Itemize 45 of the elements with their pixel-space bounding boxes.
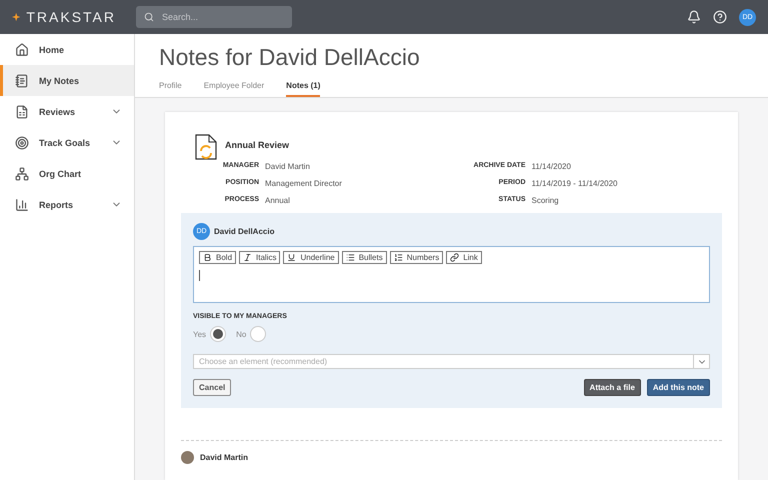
field-value: Scoring [532, 196, 560, 205]
format-button[interactable]: Bold [199, 251, 236, 264]
field-value: 11/14/2020 [532, 162, 572, 171]
field-value: Annual [265, 196, 291, 205]
notebook-icon [15, 74, 29, 88]
radio-button[interactable] [250, 326, 266, 342]
logo-text: TRAKSTAR [26, 9, 116, 25]
author-avatar [181, 451, 194, 464]
home-icon [15, 42, 29, 56]
bell-icon[interactable] [687, 10, 701, 24]
link-icon [450, 253, 460, 262]
field-value: 11/14/2019 - 11/14/2020 [532, 179, 618, 188]
note-editor[interactable]: Bold Italics Underline Bullets Numbers Link [193, 246, 710, 303]
bullets-icon [346, 253, 355, 262]
spreadsheet-icon [15, 104, 29, 118]
note-author: David Martin [200, 453, 248, 462]
underline-icon [287, 253, 296, 262]
field-value: David Martin [265, 162, 311, 171]
search-icon [144, 12, 154, 22]
tab[interactable]: Notes (1) [286, 81, 320, 97]
search-field[interactable]: Search... [136, 6, 292, 28]
form-button[interactable]: Add this note [646, 379, 710, 396]
page-title: Notes for David DellAccio [159, 44, 421, 71]
author-name: David DellAccio [214, 227, 274, 236]
radio-button[interactable] [210, 326, 226, 342]
field-value: Management Director [265, 179, 343, 188]
format-button[interactable]: Underline [283, 251, 339, 264]
target-icon [15, 136, 29, 150]
bold-icon [203, 253, 212, 262]
sidebar-item[interactable]: My Notes [0, 65, 134, 96]
form-button[interactable]: Attach a file [584, 379, 641, 396]
italic-icon [243, 253, 252, 262]
form-button[interactable]: Cancel [193, 379, 232, 396]
format-button[interactable]: Bullets [342, 251, 387, 264]
document-refresh-icon [195, 134, 217, 160]
numbered-list-icon [394, 253, 403, 262]
bar-chart-icon [15, 198, 29, 212]
format-button[interactable]: Numbers [390, 251, 444, 264]
tab[interactable]: Profile [159, 81, 182, 97]
help-icon[interactable] [713, 10, 727, 24]
org-chart-icon [15, 166, 29, 180]
format-button[interactable]: Link [446, 251, 482, 264]
format-button[interactable]: Italics [239, 251, 280, 264]
review-title: Annual Review [225, 140, 290, 152]
tab[interactable]: Employee Folder [204, 81, 264, 97]
